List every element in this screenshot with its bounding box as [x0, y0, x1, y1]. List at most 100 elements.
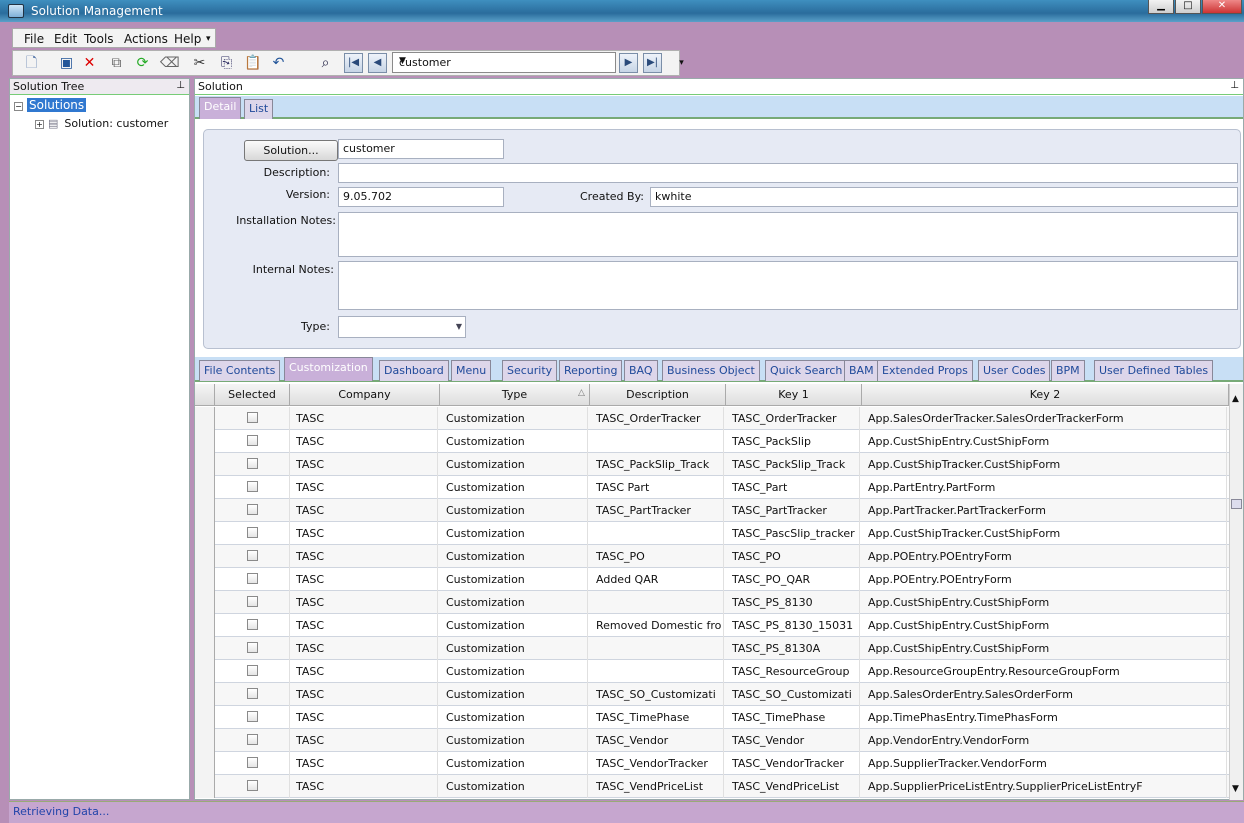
cell-type[interactable]: Customization	[446, 683, 588, 706]
solution-field[interactable]: customer	[338, 139, 504, 159]
undo-icon[interactable]: ↶	[270, 55, 287, 72]
prev-record-icon[interactable]: ◀	[368, 53, 387, 73]
cell-key-2[interactable]: App.SalesOrderTracker.SalesOrderTrackerF…	[868, 407, 1227, 430]
pin-icon[interactable]: ⊥	[1230, 80, 1239, 91]
cell-description[interactable]: TASC_PartTracker	[596, 499, 724, 522]
cell-type[interactable]: Customization	[446, 752, 588, 775]
cell-key-2[interactable]: App.CustShipTracker.CustShipForm	[868, 522, 1227, 545]
cell-type[interactable]: Customization	[446, 430, 588, 453]
cell-company[interactable]: TASC	[296, 499, 438, 522]
cell-description[interactable]	[596, 637, 724, 660]
cell-key-1[interactable]: TASC_PS_8130_15031	[732, 614, 860, 637]
tab-bpm[interactable]: BPM	[1051, 360, 1085, 381]
cell-key-2[interactable]: App.SupplierPriceListEntry.SupplierPrice…	[868, 775, 1227, 798]
tab-baq[interactable]: BAQ	[624, 360, 658, 381]
menu-actions[interactable]: Actions	[124, 32, 168, 46]
cell-description[interactable]: Added QAR	[596, 568, 724, 591]
row-header[interactable]	[195, 430, 215, 453]
cell-key-1[interactable]: TASC_PS_8130	[732, 591, 860, 614]
table-row[interactable]: TASC Customization TASC_VendorTracker TASC_…	[195, 752, 1229, 775]
cell-description[interactable]	[596, 660, 724, 683]
tab-bam[interactable]: BAM	[844, 360, 879, 381]
cell-key-2[interactable]: App.SalesOrderEntry.SalesOrderForm	[868, 683, 1227, 706]
column-header-selected[interactable]: Selected	[215, 384, 290, 406]
version-field[interactable]: 9.05.702	[338, 187, 504, 207]
cell-key-1[interactable]: TASC_TimePhase	[732, 706, 860, 729]
menu-help[interactable]: Help	[174, 32, 201, 46]
chevron-down-icon[interactable]: ▼	[456, 322, 462, 331]
cell-key-1[interactable]: TASC_PartTracker	[732, 499, 860, 522]
row-header[interactable]	[195, 545, 215, 568]
cell-description[interactable]: TASC_VendPriceList	[596, 775, 724, 798]
cell-company[interactable]: TASC	[296, 614, 438, 637]
first-record-icon[interactable]: |◀	[344, 53, 363, 73]
cell-key-1[interactable]: TASC_PO	[732, 545, 860, 568]
cell-company[interactable]: TASC	[296, 430, 438, 453]
column-header-type[interactable]: Type	[440, 384, 590, 406]
table-row[interactable]: TASC Customization TASC_VendPriceList TASC_…	[195, 775, 1229, 798]
row-checkbox[interactable]	[247, 619, 258, 630]
cell-description[interactable]: Removed Domestic fro	[596, 614, 724, 637]
cell-description[interactable]: TASC_SO_Customizati	[596, 683, 724, 706]
row-header[interactable]	[195, 522, 215, 545]
cell-company[interactable]: TASC	[296, 706, 438, 729]
tab-customization[interactable]: Customization	[284, 357, 373, 381]
cell-key-1[interactable]: TASC_ResourceGroup	[732, 660, 860, 683]
cell-company[interactable]: TASC	[296, 545, 438, 568]
pin-icon[interactable]: ⊥	[176, 80, 185, 91]
row-header[interactable]	[195, 660, 215, 683]
cell-key-2[interactable]: App.CustShipEntry.CustShipForm	[868, 637, 1227, 660]
tab-dashboard[interactable]: Dashboard	[379, 360, 449, 381]
row-checkbox[interactable]	[247, 527, 258, 538]
table-row[interactable]: TASC Customization TASC_Vendor TASC_Vendor A…	[195, 729, 1229, 752]
row-checkbox[interactable]	[247, 688, 258, 699]
cell-type[interactable]: Customization	[446, 591, 588, 614]
cell-type[interactable]: Customization	[446, 407, 588, 430]
created-by-field[interactable]: kwhite	[650, 187, 1238, 207]
tab-user-codes[interactable]: User Codes	[978, 360, 1051, 381]
vertical-scrollbar[interactable]: ▲ ▼	[1229, 384, 1243, 800]
cell-company[interactable]: TASC	[296, 591, 438, 614]
scroll-thumb[interactable]	[1231, 499, 1242, 509]
copy-icon[interactable]: ⧉	[108, 55, 125, 72]
solution-button[interactable]: Solution...	[244, 140, 338, 161]
row-header[interactable]	[195, 614, 215, 637]
paste-icon[interactable]: 📋	[244, 55, 261, 72]
row-header[interactable]	[195, 683, 215, 706]
tree-node-label[interactable]: Solution: customer	[64, 117, 168, 130]
cell-description[interactable]: TASC_PackSlip_Track	[596, 453, 724, 476]
expand-icon[interactable]: +	[35, 120, 44, 129]
internal-notes-field[interactable]	[338, 261, 1238, 310]
cell-key-2[interactable]: App.CustShipEntry.CustShipForm	[868, 591, 1227, 614]
minimize-button[interactable]: ▁	[1148, 0, 1174, 14]
table-row[interactable]: TASC Customization TASC_PS_8130A App.CustSh…	[195, 637, 1229, 660]
next-record-icon[interactable]: ▶	[619, 53, 638, 73]
save-icon[interactable]: ▣	[58, 55, 75, 72]
table-row[interactable]: TASC Customization TASC_PackSlip_Track TASC…	[195, 453, 1229, 476]
cell-type[interactable]: Customization	[446, 476, 588, 499]
row-checkbox[interactable]	[247, 734, 258, 745]
table-row[interactable]: TASC Customization TASC_PO TASC_PO App.POEnt…	[195, 545, 1229, 568]
cell-type[interactable]: Customization	[446, 706, 588, 729]
cell-description[interactable]: TASC_TimePhase	[596, 706, 724, 729]
toolbar-overflow-icon[interactable]: ▾	[673, 55, 690, 72]
row-header[interactable]	[195, 499, 215, 522]
type-select[interactable]: ▼	[338, 316, 466, 338]
cell-key-2[interactable]: App.POEntry.POEntryForm	[868, 545, 1227, 568]
cell-company[interactable]: TASC	[296, 476, 438, 499]
cell-company[interactable]: TASC	[296, 522, 438, 545]
cell-key-1[interactable]: TASC_VendPriceList	[732, 775, 860, 798]
column-header-description[interactable]: Description	[590, 384, 726, 406]
cell-key-1[interactable]: TASC_VendorTracker	[732, 752, 860, 775]
cell-company[interactable]: TASC	[296, 568, 438, 591]
cell-key-2[interactable]: App.PartTracker.PartTrackerForm	[868, 499, 1227, 522]
column-header-company[interactable]: Company	[290, 384, 440, 406]
cell-key-1[interactable]: TASC_PackSlip	[732, 430, 860, 453]
row-checkbox[interactable]	[247, 665, 258, 676]
row-checkbox[interactable]	[247, 573, 258, 584]
scroll-up-icon[interactable]: ▲	[1232, 394, 1239, 404]
cell-type[interactable]: Customization	[446, 545, 588, 568]
tab-extended-props[interactable]: Extended Props	[877, 360, 973, 381]
cell-company[interactable]: TASC	[296, 637, 438, 660]
menu-edit[interactable]: Edit	[54, 32, 77, 46]
